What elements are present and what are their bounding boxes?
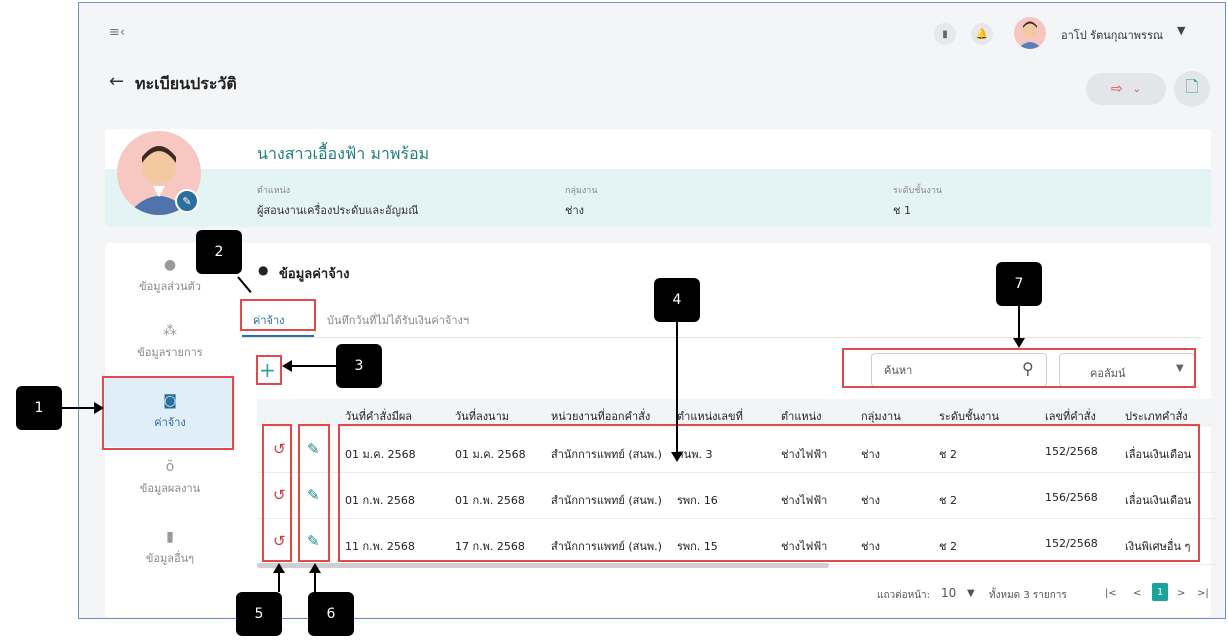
callout-6: 6 <box>308 592 354 636</box>
chevron-down-icon[interactable]: ▼ <box>967 588 975 599</box>
edit-avatar-icon[interactable]: ✎ <box>175 189 199 213</box>
col-header[interactable]: เลขที่คำสั่ง <box>1045 407 1096 425</box>
section-title: ข้อมูลค่าจ้าง <box>279 267 350 282</box>
highlight-add <box>256 355 282 385</box>
bell-icon[interactable]: 🔔 <box>971 23 993 45</box>
arrow-3 <box>290 365 336 367</box>
col-header[interactable]: ประเภทคำสั่ง <box>1125 407 1188 425</box>
award-icon: ŏ <box>165 459 175 475</box>
profile-card: ✎ นางสาวเอื้องฟ้า มาพร้อม ตำแหน่ง ผู้สอน… <box>105 129 1211 227</box>
sidebar-item-other[interactable]: ▮ ข้อมูลอื่นๆ <box>105 529 235 567</box>
highlight-table-data <box>338 424 1200 562</box>
arrowhead <box>671 452 683 462</box>
sidebar-item-performance[interactable]: ŏ ข้อมูลผลงาน <box>105 459 235 497</box>
arrowhead <box>282 360 292 372</box>
book-icon[interactable]: ▮ <box>934 23 956 45</box>
document-button[interactable]: 🗋 <box>1174 71 1210 107</box>
current-page[interactable]: 1 <box>1152 583 1168 601</box>
position-label: ตำแหน่ง <box>257 186 291 196</box>
person-icon: ● <box>163 257 177 273</box>
arrowhead <box>94 402 104 414</box>
user-name[interactable]: อาโป รัตนกุณาพรรณ <box>1061 26 1163 44</box>
tab-divider <box>242 337 1202 338</box>
col-header[interactable]: วันที่ลงนาม <box>455 407 509 425</box>
export-button[interactable]: ⇨ ⌄ <box>1086 73 1166 105</box>
sidebar-item-label: ข้อมูลผลงาน <box>139 482 201 495</box>
sidebar-item-label: ข้อมูลรายการ <box>137 346 203 359</box>
tab-underline <box>242 335 314 337</box>
level-label: ระดับชั้นงาน <box>893 186 943 196</box>
callout-4: 4 <box>654 278 700 322</box>
org-icon: ⁂ <box>163 323 177 339</box>
highlight-history <box>262 424 292 562</box>
group-label: กลุ่มงาน <box>565 186 598 196</box>
export-icon: ⇨ <box>1110 81 1123 97</box>
person-icon: ● <box>258 263 269 277</box>
page-title: ทะเบียนประวัติ <box>135 74 237 93</box>
user-avatar[interactable] <box>1014 17 1046 49</box>
col-header[interactable]: ตำแหน่งเลขที่ <box>677 407 743 425</box>
arrow-1 <box>62 407 96 409</box>
sidebar-item-records[interactable]: ⁂ ข้อมูลรายการ <box>105 323 235 361</box>
level-value: ช 1 <box>893 204 911 217</box>
chevron-down-icon[interactable]: ▼ <box>1177 24 1185 37</box>
callout-2: 2 <box>196 230 242 274</box>
highlight-tab <box>240 299 316 331</box>
profile-name: นางสาวเอื้องฟ้า มาพร้อม <box>257 144 430 163</box>
arrowhead <box>309 563 321 573</box>
col-header[interactable]: วันที่คำสั่งมีผล <box>345 407 412 425</box>
callout-7: 7 <box>996 262 1042 306</box>
next-page-icon[interactable]: > <box>1177 588 1185 599</box>
arrow-7 <box>1018 306 1020 342</box>
menu-toggle-icon[interactable]: ≡‹ <box>109 25 125 40</box>
rows-per-page-label: แถวต่อหน้า: <box>877 590 931 601</box>
total-count: ทั้งหมด 3 รายการ <box>989 590 1067 601</box>
rows-per-page-select[interactable]: 10 <box>941 586 956 600</box>
group-value: ช่าง <box>565 204 585 217</box>
back-arrow-icon[interactable]: ← <box>109 71 124 92</box>
arrow-5 <box>278 570 280 592</box>
col-header[interactable]: ระดับชั้นงาน <box>939 407 999 425</box>
chevron-down-icon: ⌄ <box>1132 83 1142 95</box>
col-header[interactable]: ตำแหน่ง <box>781 407 822 425</box>
highlight-edit <box>298 424 330 562</box>
highlight-sidebar-wage <box>102 376 234 450</box>
tab-unpaid-days[interactable]: บันทึกวันที่ไม่ได้รับเงินค่าจ้างฯ <box>327 311 469 329</box>
position-value: ผู้สอนงานเครื่องประดับและอัญมณี <box>257 204 419 217</box>
callout-3: 3 <box>336 344 382 388</box>
col-header[interactable]: หน่วยงานที่ออกคำสั่ง <box>551 407 650 425</box>
highlight-search <box>842 348 1196 388</box>
prev-page-icon[interactable]: < <box>1133 588 1141 599</box>
horizontal-scrollbar[interactable] <box>257 563 829 568</box>
arrowhead <box>1013 338 1025 348</box>
sidebar-item-label: ข้อมูลส่วนตัว <box>139 280 201 293</box>
sidebar-item-label: ข้อมูลอื่นๆ <box>145 552 195 565</box>
arrowhead <box>273 563 285 573</box>
arrow-6 <box>314 570 316 592</box>
arrow-4 <box>676 322 678 456</box>
callout-5: 5 <box>236 592 282 636</box>
first-page-icon[interactable]: |< <box>1105 588 1117 599</box>
last-page-icon[interactable]: >| <box>1197 588 1209 599</box>
col-header[interactable]: กลุ่มงาน <box>861 407 901 425</box>
callout-1: 1 <box>16 386 62 430</box>
document-icon: 🗋 <box>1185 76 1199 96</box>
bookmark-icon: ▮ <box>166 529 174 545</box>
